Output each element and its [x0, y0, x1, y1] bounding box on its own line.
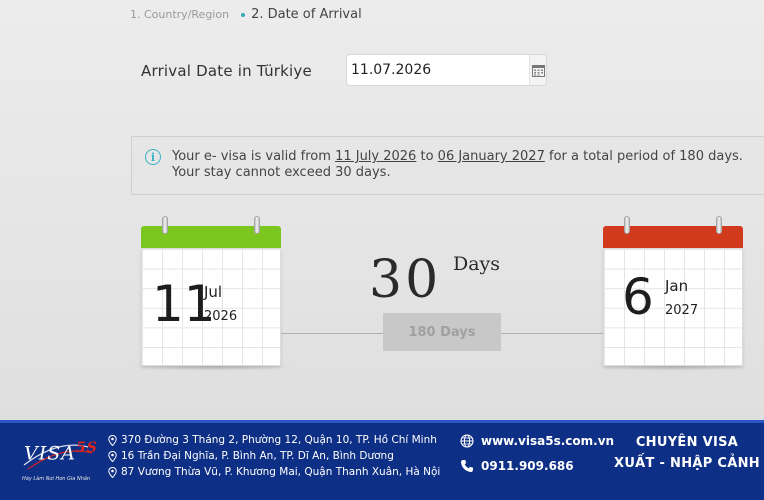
visa5s-logo[interactable]: VISA5S Hãy Làm Nơi Hơn Gia Nhân	[18, 433, 98, 489]
arrival-date-label: Arrival Date in Türkiye	[141, 62, 312, 80]
calendar-icon	[531, 64, 545, 77]
logo-wordmark: VISA5S	[24, 440, 98, 465]
calendar-ring-icon	[254, 216, 260, 234]
location-pin-icon	[108, 434, 117, 446]
stay-duration-unit: Days	[453, 253, 501, 275]
end-day: 6	[622, 268, 654, 326]
end-month: Jan	[665, 277, 689, 295]
total-period-badge: 180 Days	[383, 313, 501, 351]
globe-icon	[460, 434, 474, 448]
step-country-region[interactable]: 1. Country/Region	[130, 8, 229, 21]
stepper: 1. Country/Region 2. Date of Arrival	[130, 7, 362, 22]
calendar-ring-icon	[716, 216, 722, 234]
arrival-date-input[interactable]	[347, 55, 529, 85]
active-step-dot	[241, 12, 246, 17]
location-pin-icon	[108, 466, 117, 478]
address-line: 87 Vương Thừa Vũ, P. Khương Mai, Quận Th…	[108, 466, 440, 478]
start-year: 2026	[204, 309, 238, 324]
stay-duration-number: 30	[369, 250, 442, 310]
address-line: 370 Đường 3 Tháng 2, Phường 12, Quận 10,…	[108, 434, 437, 446]
valid-to-date: 06 January 2027	[437, 149, 545, 164]
calendar-ring-icon	[624, 216, 630, 234]
phone-icon	[461, 460, 473, 472]
step-date-of-arrival: 2. Date of Arrival	[251, 7, 362, 22]
calendar-ring-icon	[162, 216, 168, 234]
slogan-line-1: CHUYÊN VISA	[635, 435, 739, 450]
visa-validity-text: Your e- visa is valid from 11 July 2026 …	[172, 149, 743, 180]
company-footer: VISA5S Hãy Làm Nơi Hơn Gia Nhân 370 Đườn…	[0, 420, 764, 500]
start-date-calendar: 11 Jul 2026	[141, 216, 281, 366]
info-icon: i	[145, 149, 161, 165]
logo-slogan: Hãy Làm Nơi Hơn Gia Nhân	[22, 476, 91, 482]
location-pin-icon	[108, 450, 117, 462]
arrival-date-field[interactable]	[346, 54, 547, 86]
website-link[interactable]: www.visa5s.com.vn	[460, 434, 614, 448]
start-month: Jul	[204, 283, 223, 301]
slogan-line-2: XUẤT - NHẬP CẢNH	[614, 456, 760, 471]
phone-link[interactable]: 0911.909.686	[460, 459, 574, 473]
valid-from-date: 11 July 2026	[335, 149, 417, 164]
visa-validity-info: i Your e- visa is valid from 11 July 202…	[131, 136, 764, 195]
end-date-calendar: 6 Jan 2027	[603, 216, 743, 366]
end-year: 2027	[665, 303, 699, 318]
address-line: 16 Trần Đại Nghĩa, P. Bình An, TP. Dĩ An…	[108, 450, 394, 462]
calendar-picker-button[interactable]	[529, 55, 546, 85]
